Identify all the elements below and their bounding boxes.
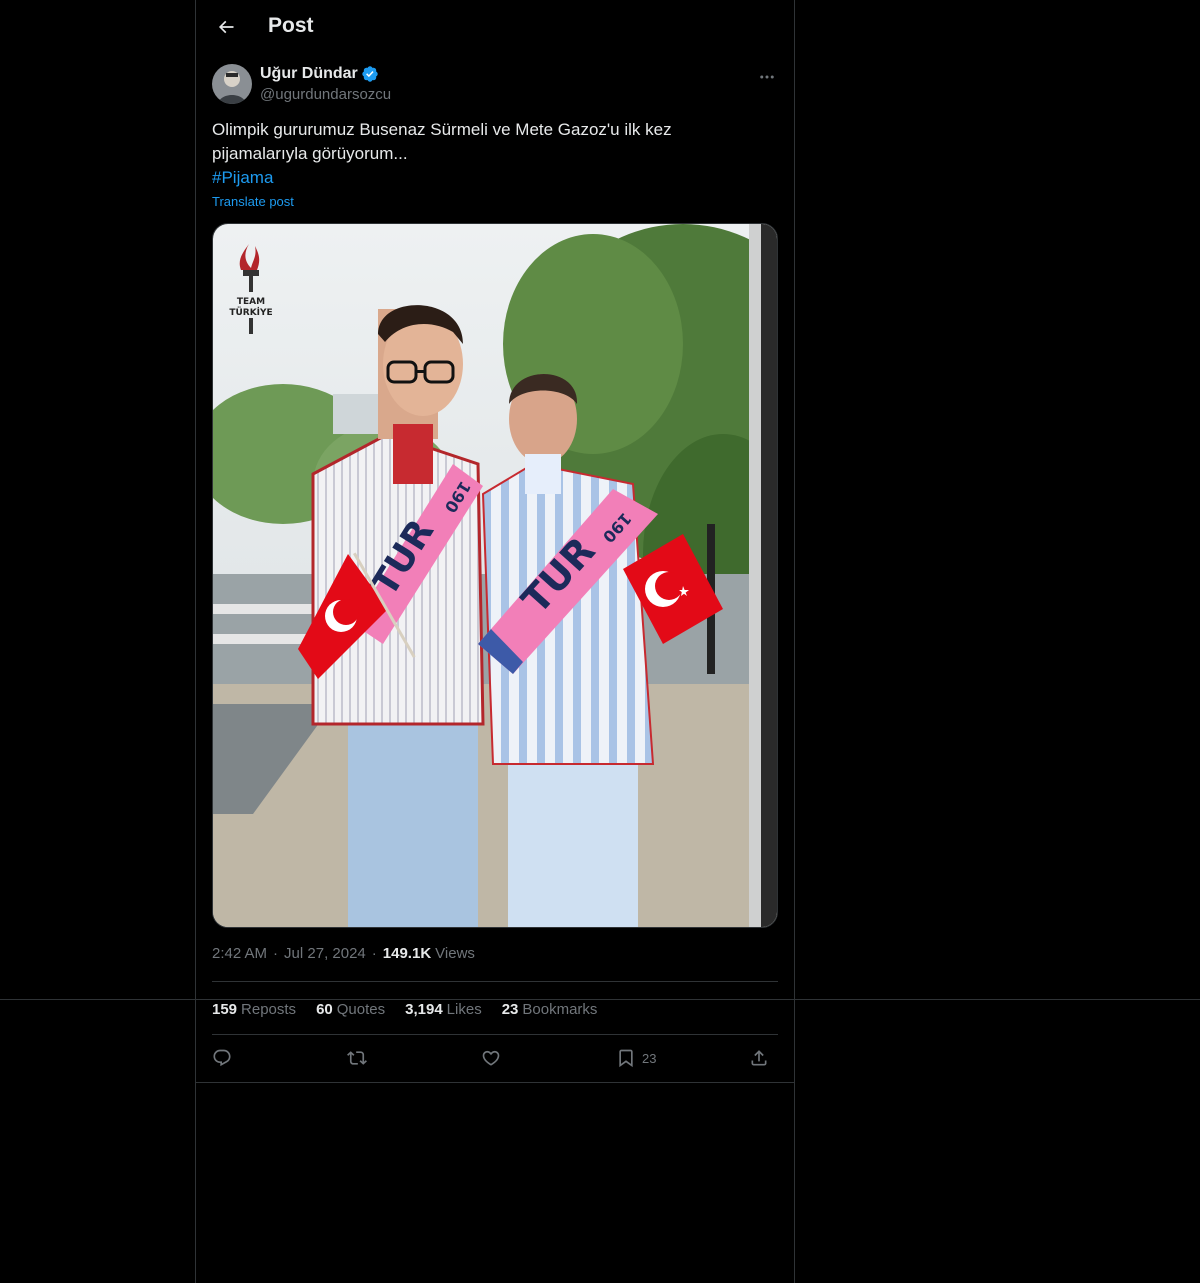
- reposts-label: Reposts: [241, 1000, 297, 1018]
- divider: [212, 1034, 778, 1035]
- bookmark-count: 23: [642, 1050, 657, 1066]
- post-text: Olimpik gururumuz Busenaz Sürmeli ve Met…: [212, 118, 778, 190]
- divider: [196, 1082, 794, 1083]
- views-label: Views: [435, 945, 475, 962]
- avatar[interactable]: [212, 64, 252, 104]
- post-text-line: pijamalarıyla görüyorum...: [212, 144, 408, 163]
- more-icon: [760, 75, 774, 79]
- post-header: Post: [196, 0, 794, 54]
- logo-text-team: TEAM: [237, 297, 265, 307]
- bookmark-icon: [619, 1049, 633, 1068]
- post-text-line: Olimpik gururumuz Busenaz Sürmeli ve Met…: [212, 120, 672, 139]
- views-count: 149.1K: [382, 945, 432, 962]
- post-image[interactable]: TEAM TÜRKİYE TUR 190 TUR 190: [212, 223, 778, 928]
- share-icon: [751, 1050, 767, 1066]
- likes-stat[interactable]: 3,194 Likes: [405, 1001, 482, 1018]
- bookmarks-label: Bookmarks: [522, 1000, 598, 1018]
- post-column: Post Uğur Dündar @ugurdundarsozcu Olimpi…: [195, 0, 795, 1283]
- quotes-count: 60: [316, 1000, 333, 1018]
- author-names: Uğur Dündar @ugurdundarsozcu: [260, 64, 391, 106]
- likes-count: 3,194: [405, 1000, 443, 1018]
- translate-post-link[interactable]: Translate post: [212, 194, 294, 209]
- reply-icon: [213, 1049, 231, 1067]
- arrow-left-icon: [218, 20, 234, 34]
- repost-button[interactable]: [347, 1042, 367, 1074]
- hashtag-link[interactable]: #Pijama: [212, 166, 273, 190]
- post-time[interactable]: 2:42 AM: [212, 945, 267, 962]
- post-stats: 159 Reposts 60 Quotes 3,194 Likes 23 Bookmar…: [212, 999, 617, 1019]
- bookmarks-stat[interactable]: 23 Bookmarks: [502, 1001, 598, 1018]
- author-name[interactable]: Uğur Dündar: [260, 64, 358, 84]
- more-options-button[interactable]: [756, 66, 778, 88]
- reposts-stat[interactable]: 159 Reposts: [212, 1001, 296, 1018]
- verified-badge-icon: [362, 66, 378, 82]
- meta-separator: ·: [273, 945, 279, 962]
- author-handle[interactable]: @ugurdundarsozcu: [260, 84, 391, 106]
- like-button[interactable]: [481, 1042, 501, 1074]
- post-actions: 23: [212, 1042, 778, 1074]
- post-author: Uğur Dündar @ugurdundarsozcu: [212, 64, 778, 106]
- likes-label: Likes: [446, 1000, 482, 1018]
- logo-text-turkiye: TÜRKİYE: [229, 307, 272, 318]
- share-button[interactable]: [749, 1042, 769, 1074]
- back-button[interactable]: [208, 9, 244, 45]
- reply-button[interactable]: [212, 1042, 232, 1074]
- divider: [212, 981, 778, 982]
- page-title: Post: [268, 14, 314, 37]
- bookmark-button[interactable]: 23: [616, 1042, 656, 1074]
- meta-separator: ·: [371, 945, 377, 962]
- repost-icon: [347, 1051, 367, 1065]
- post-meta: 2:42 AM · Jul 27, 2024 · 149.1K Views: [212, 945, 475, 962]
- reposts-count: 159: [212, 1000, 238, 1018]
- quotes-label: Quotes: [336, 1000, 386, 1018]
- bookmarks-count: 23: [501, 1000, 519, 1018]
- heart-icon: [482, 1050, 500, 1066]
- quotes-stat[interactable]: 60 Quotes: [316, 1001, 385, 1018]
- post-date[interactable]: Jul 27, 2024: [284, 945, 366, 962]
